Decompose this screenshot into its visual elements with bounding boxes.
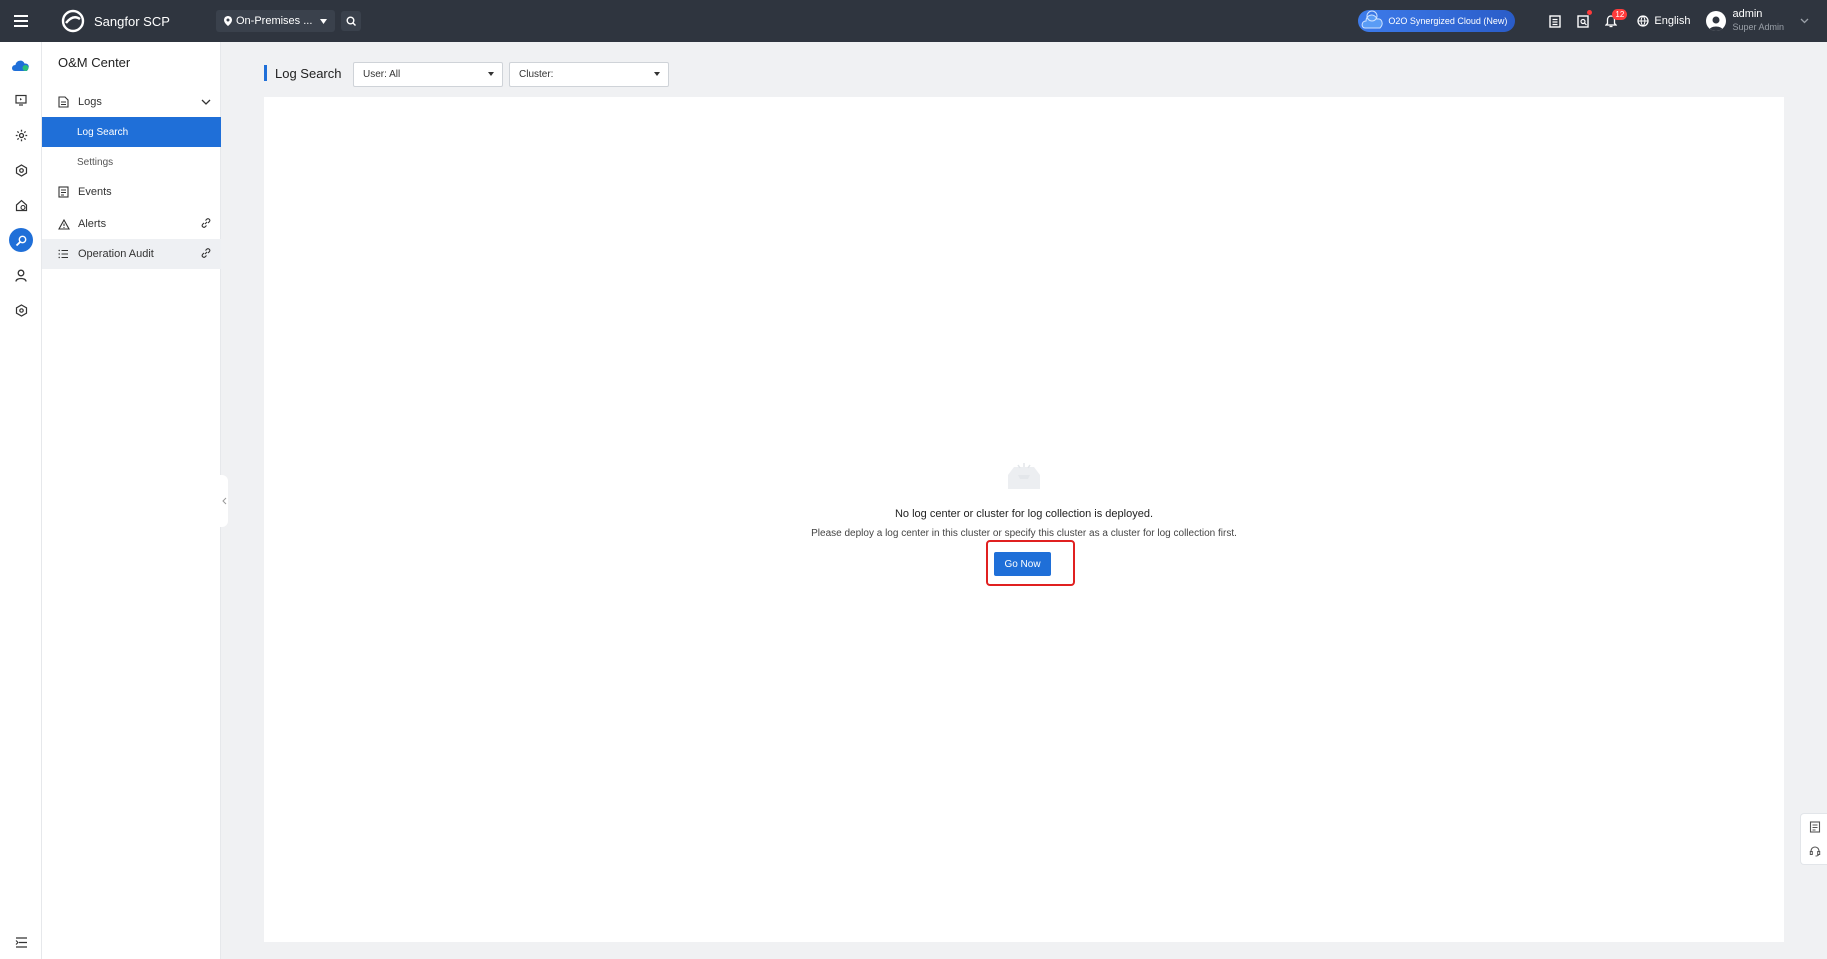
menu-item-events[interactable]: Events bbox=[42, 177, 221, 207]
tasks-button[interactable] bbox=[1569, 0, 1597, 42]
events-icon bbox=[58, 186, 69, 198]
user-filter-value: User: All bbox=[363, 69, 401, 80]
caret-down-icon bbox=[654, 72, 660, 76]
list-icon bbox=[58, 249, 68, 259]
warning-icon bbox=[58, 218, 70, 230]
log-file-icon bbox=[58, 96, 69, 108]
rail-collapse[interactable] bbox=[9, 930, 33, 954]
location-selector[interactable]: On-Premises ... bbox=[216, 10, 336, 32]
external-link-icon bbox=[201, 248, 211, 258]
user-filter-select[interactable]: User: All bbox=[353, 62, 503, 87]
network-icon bbox=[15, 163, 27, 177]
document-list-icon bbox=[1549, 14, 1562, 28]
go-now-button[interactable]: Go Now bbox=[994, 552, 1051, 576]
rail-storage[interactable] bbox=[9, 193, 33, 217]
rail-dashboard[interactable] bbox=[9, 88, 33, 112]
rail-compute[interactable] bbox=[9, 123, 33, 147]
menu-item-operation-audit-label: Operation Audit bbox=[78, 248, 154, 260]
icon-rail bbox=[0, 42, 42, 959]
guide-button[interactable] bbox=[1808, 820, 1822, 834]
empty-state-description: Please deploy a log center in this clust… bbox=[811, 528, 1237, 539]
document-list-button[interactable] bbox=[1541, 0, 1569, 42]
user-menu[interactable]: admin Super Admin bbox=[1706, 8, 1809, 34]
menu-title: O&M Center bbox=[58, 55, 131, 70]
sangfor-logo-icon bbox=[61, 9, 85, 33]
menu-item-alerts[interactable]: Alerts bbox=[42, 209, 221, 239]
floating-toolbar bbox=[1800, 813, 1827, 865]
chevron-down-icon bbox=[320, 18, 328, 24]
cloud-icon bbox=[12, 60, 29, 71]
menu-item-logs-label: Logs bbox=[78, 96, 102, 108]
chevron-up-icon bbox=[201, 99, 211, 105]
user-role: Super Admin bbox=[1732, 22, 1784, 32]
menu-item-alerts-label: Alerts bbox=[78, 218, 107, 230]
brand[interactable]: Sangfor SCP bbox=[60, 8, 210, 34]
top-bar: Sangfor SCP On-Premises ... O2O Synergiz… bbox=[0, 0, 1827, 42]
content-panel: No log center or cluster for log collect… bbox=[264, 97, 1784, 942]
gear-icon bbox=[15, 129, 27, 141]
location-label: On-Premises ... bbox=[236, 15, 313, 27]
avatar bbox=[1706, 11, 1727, 31]
cluster-filter-value: Cluster: bbox=[519, 69, 554, 80]
notifications-button[interactable]: 12 bbox=[1597, 0, 1628, 42]
search-icon bbox=[346, 16, 357, 26]
cloud-sync-icon bbox=[1361, 10, 1383, 29]
notification-count-badge: 12 bbox=[1612, 9, 1628, 20]
collapse-menu-icon bbox=[15, 936, 27, 948]
menu-item-log-search[interactable]: Log Search bbox=[42, 117, 221, 147]
user-name: admin bbox=[1732, 8, 1763, 20]
wrench-icon bbox=[15, 235, 26, 246]
rail-users[interactable] bbox=[9, 263, 33, 287]
globe-icon bbox=[1637, 15, 1650, 27]
rail-cloud-home[interactable] bbox=[9, 53, 33, 77]
external-link-icon bbox=[201, 218, 211, 228]
chevron-left-icon bbox=[221, 497, 226, 505]
user-avatar-icon bbox=[1709, 16, 1724, 31]
language-label: English bbox=[1654, 15, 1691, 27]
chevron-down-icon bbox=[1800, 18, 1809, 24]
rail-network[interactable] bbox=[9, 158, 33, 182]
headset-icon bbox=[1809, 846, 1821, 857]
menu-item-log-search-label: Log Search bbox=[77, 126, 129, 138]
menu-item-events-label: Events bbox=[78, 186, 112, 198]
tasks-alert-dot bbox=[1587, 10, 1593, 15]
menu-collapse-handle[interactable] bbox=[220, 475, 228, 527]
empty-state-title: No log center or cluster for log collect… bbox=[894, 508, 1154, 520]
side-menu: O&M Center Logs Log Search Settings Even… bbox=[42, 42, 221, 959]
menu-item-logs[interactable]: Logs bbox=[42, 87, 221, 117]
support-button[interactable] bbox=[1808, 844, 1822, 858]
language-selector[interactable]: English bbox=[1637, 15, 1690, 27]
monitor-icon bbox=[15, 94, 27, 106]
home-cloud-icon bbox=[15, 199, 27, 211]
location-pin-icon bbox=[224, 16, 232, 26]
title-accent-bar bbox=[264, 65, 267, 81]
rail-system[interactable] bbox=[9, 298, 33, 322]
brand-name: Sangfor SCP bbox=[94, 13, 170, 29]
menu-item-settings[interactable]: Settings bbox=[42, 147, 221, 177]
menu-item-operation-audit[interactable]: Operation Audit bbox=[42, 239, 221, 269]
caret-down-icon bbox=[488, 72, 494, 76]
user-icon bbox=[15, 269, 27, 282]
rail-om-center[interactable] bbox=[9, 228, 33, 252]
page-header: Log Search bbox=[264, 64, 342, 82]
hexagon-settings-icon bbox=[15, 303, 27, 317]
page-title: Log Search bbox=[275, 65, 342, 81]
empty-inbox-icon bbox=[1008, 463, 1040, 489]
global-search-button[interactable] bbox=[341, 11, 362, 31]
hamburger-menu-icon[interactable] bbox=[0, 0, 42, 42]
task-search-icon bbox=[1577, 14, 1589, 28]
cloud-button-label: O2O Synergized Cloud (New) bbox=[1388, 16, 1508, 26]
document-icon bbox=[1809, 821, 1821, 833]
o2o-cloud-button[interactable]: O2O Synergized Cloud (New) bbox=[1358, 10, 1516, 32]
cluster-filter-select[interactable]: Cluster: bbox=[509, 62, 669, 87]
menu-item-settings-label: Settings bbox=[77, 156, 114, 168]
